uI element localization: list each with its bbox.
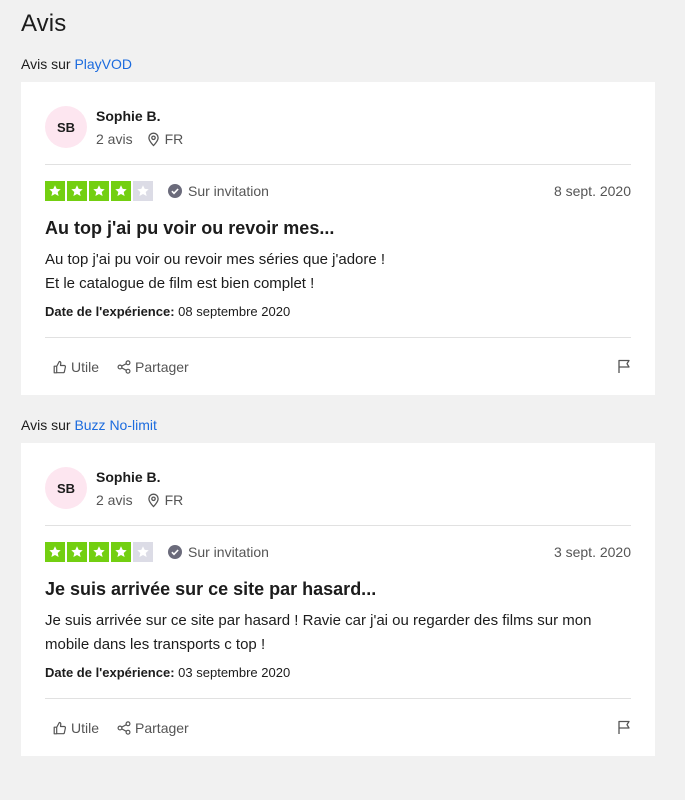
review-text: Je suis arrivée sur ce site par hasard !… [45,612,592,653]
verified-label: Sur invitation [188,544,269,560]
thumbs-up-icon [53,721,67,734]
review-date: 3 sept. 2020 [553,544,631,560]
review-count: 2 avis [96,131,133,147]
report-button[interactable] [617,720,631,735]
avatar[interactable]: SB [45,106,87,148]
star-icon [89,181,109,201]
rating-row: Sur invitation 3 sept. 2020 [45,526,631,578]
location-pin-icon [147,493,159,507]
star-icon [111,181,131,201]
reviewer-country: FR [164,131,184,147]
star-icon [89,542,109,562]
experience-label: Date de l'expérience: [45,665,175,680]
page-title: Avis [21,10,67,37]
useful-label: Utile [71,358,100,375]
useful-button[interactable]: Utile [53,720,99,736]
experience-label: Date de l'expérience: [45,304,175,319]
star-rating [45,181,153,201]
star-rating [45,542,153,562]
verified-badge: Sur invitation [168,183,269,199]
avatar[interactable]: SB [45,467,87,509]
verified-badge: Sur invitation [168,544,269,560]
review-title[interactable]: Je suis arrivée sur ce site par hasard..… [45,578,631,600]
reviewer-header: SB Sophie B. 2 avis FR [45,82,631,165]
location-pin-icon [147,132,159,146]
star-icon [133,181,153,201]
review-for-line: Avis sur Buzz No-limit [21,409,655,435]
rating-row: Sur invitation 8 sept. 2020 [45,165,631,217]
check-circle-icon [168,545,182,559]
reviewer-name[interactable]: Sophie B. [96,108,183,124]
report-button[interactable] [617,359,631,374]
review-card: SB Sophie B. 2 avis FR Sur invitation 3 … [21,443,655,756]
review-count: 2 avis [96,492,133,508]
reviewer-name[interactable]: Sophie B. [96,469,183,485]
review-for-line: Avis sur PlayVOD [21,48,655,74]
review-text: Au top j'ai pu voir ou revoir mes séries… [45,251,386,292]
star-icon [67,181,87,201]
reviewer-header: SB Sophie B. 2 avis FR [45,443,631,526]
useful-label: Utile [71,719,100,736]
review-for-prefix: Avis sur [21,56,71,72]
review-title[interactable]: Au top j'ai pu voir ou revoir mes... [45,217,631,239]
reviewer-country: FR [164,492,184,508]
share-label: Partager [135,358,189,375]
review-actions: Utile Partager [45,698,631,756]
share-icon [117,359,131,374]
star-icon [45,181,65,201]
star-icon [45,542,65,562]
share-label: Partager [135,719,189,736]
experience-value: 03 septembre 2020 [178,665,291,680]
experience-value: 08 septembre 2020 [178,304,291,319]
company-link[interactable]: PlayVOD [74,56,132,72]
star-icon [133,542,153,562]
share-button[interactable]: Partager [117,359,189,375]
useful-button[interactable]: Utile [53,359,99,375]
experience-date: Date de l'expérience: 08 septembre 2020 [45,304,631,320]
thumbs-up-icon [53,360,67,373]
flag-icon [618,359,630,373]
check-circle-icon [168,184,182,198]
review-actions: Utile Partager [45,337,631,395]
review-date: 8 sept. 2020 [553,183,631,199]
company-link[interactable]: Buzz No-limit [74,417,156,433]
verified-label: Sur invitation [188,183,269,199]
share-icon [117,720,131,735]
star-icon [111,542,131,562]
star-icon [67,542,87,562]
flag-icon [618,720,630,734]
share-button[interactable]: Partager [117,720,189,736]
review-card: SB Sophie B. 2 avis FR Sur invitation 8 … [21,82,655,395]
experience-date: Date de l'expérience: 03 septembre 2020 [45,665,631,681]
review-for-prefix: Avis sur [21,417,71,433]
